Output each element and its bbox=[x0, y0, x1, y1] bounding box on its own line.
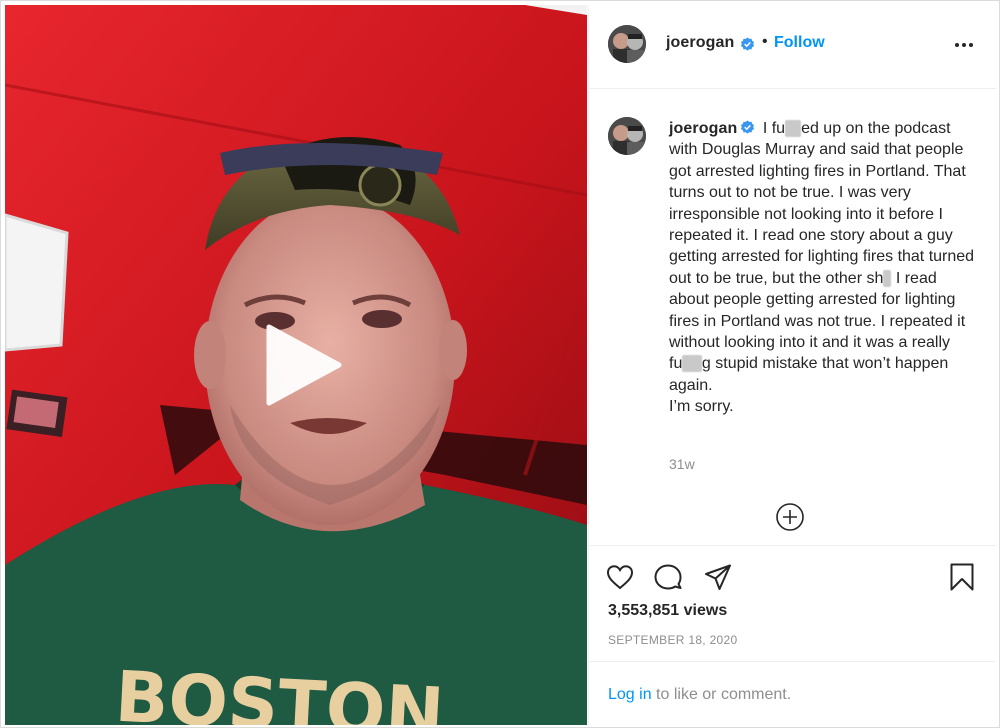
login-prompt: Log in to like or comment. bbox=[608, 686, 791, 704]
caption-area: joerogan I fucked up on the podcast with… bbox=[589, 90, 996, 545]
bookmark-icon[interactable] bbox=[947, 562, 977, 592]
caption-username[interactable]: joerogan bbox=[669, 120, 737, 137]
caption-avatar[interactable] bbox=[608, 117, 646, 155]
post-date: SEPTEMBER 18, 2020 bbox=[608, 633, 738, 647]
login-link[interactable]: Log in bbox=[608, 686, 652, 703]
heart-icon[interactable] bbox=[605, 562, 635, 592]
post-side-panel: joerogan • Follow joerogan I fu ed up on… bbox=[588, 5, 996, 725]
comment-icon[interactable] bbox=[653, 562, 683, 592]
post-actions: 3,553,851 views SEPTEMBER 18, 2020 bbox=[589, 545, 996, 661]
post-time-ago[interactable]: 31w bbox=[669, 456, 695, 472]
more-options-icon[interactable] bbox=[952, 35, 976, 55]
follow-button[interactable]: Follow bbox=[774, 34, 825, 52]
play-icon[interactable] bbox=[263, 323, 343, 407]
author-username[interactable]: joerogan bbox=[666, 34, 734, 52]
post-caption: joerogan I fucked up on the podcast with… bbox=[669, 118, 981, 418]
view-count[interactable]: 3,553,851 views bbox=[608, 602, 727, 620]
avatar-image bbox=[608, 117, 646, 155]
caption-text-segment: g stupid mistake that won’t happen again… bbox=[669, 355, 949, 394]
caption-paragraph: joerogan I fucked up on the podcast with… bbox=[669, 118, 981, 396]
instagram-post-modal: BOSTON joerogan • Follow joerogan I fu e… bbox=[0, 0, 1000, 728]
verified-badge-icon bbox=[741, 120, 755, 134]
caption-censored-segment: it bbox=[883, 269, 892, 287]
login-bar: Log in to like or comment. bbox=[589, 661, 996, 725]
caption-apology-line: I’m sorry. bbox=[669, 398, 734, 416]
post-header: joerogan • Follow bbox=[589, 5, 996, 89]
caption-text-segment: ed up on the podcast with Douglas Murray… bbox=[669, 120, 975, 287]
separator-dot: • bbox=[762, 33, 768, 50]
login-prompt-rest: to like or comment. bbox=[651, 686, 792, 703]
video-player[interactable]: BOSTON bbox=[5, 5, 587, 725]
avatar-image bbox=[608, 25, 646, 63]
caption-censored-segment: ck bbox=[785, 120, 802, 137]
plus-circle-icon[interactable] bbox=[775, 502, 805, 532]
share-icon[interactable] bbox=[703, 562, 733, 592]
avatar[interactable] bbox=[608, 25, 646, 63]
caption-text-segment: I fu bbox=[758, 120, 786, 137]
caption-censored-segment: cki bbox=[682, 355, 702, 373]
verified-badge-icon bbox=[740, 37, 755, 51]
